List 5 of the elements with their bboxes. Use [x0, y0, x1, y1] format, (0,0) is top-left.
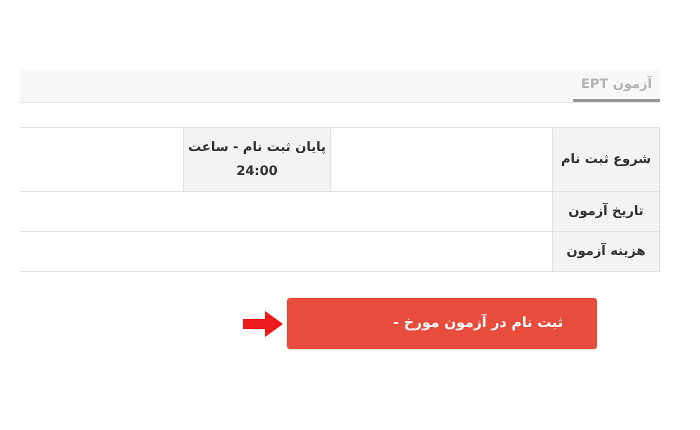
row-label: شروع ثبت نام: [552, 128, 660, 191]
register-button[interactable]: ثبت نام در آزمون مورخ -: [287, 298, 597, 349]
arrow-icon: [243, 310, 283, 336]
row-label: هزینه آزمون: [552, 232, 660, 271]
row-label: تاریخ آزمون: [552, 192, 660, 231]
